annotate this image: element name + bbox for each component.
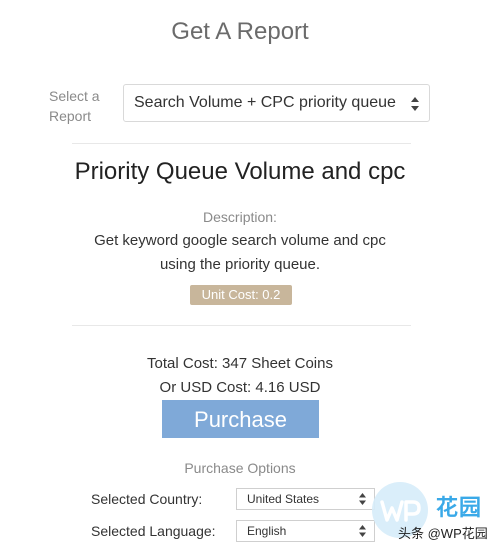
divider-middle	[72, 325, 411, 326]
description-label: Description:	[203, 209, 277, 225]
description-text: Get keyword google search volume and cpc…	[94, 232, 386, 273]
select-arrows-icon	[411, 97, 419, 111]
select-arrows-icon	[359, 493, 366, 505]
report-title: Priority Queue Volume and cpc	[74, 158, 406, 185]
usd-cost: Or USD Cost: 4.16 USD	[159, 379, 321, 396]
country-label: Selected Country:	[91, 491, 203, 507]
language-label: Selected Language:	[91, 523, 216, 539]
purchase-options-title: Purchase Options	[184, 460, 296, 476]
divider-top	[72, 143, 411, 144]
page-title: Get A Report	[171, 18, 309, 45]
total-cost: Total Cost: 347 Sheet Coins	[147, 355, 333, 372]
report-select-label: Select a Report	[49, 88, 100, 124]
language-select[interactable]: English	[236, 520, 375, 542]
watermark-credit: 头条 @WP花园	[398, 526, 488, 541]
country-select-value: United States	[247, 492, 320, 506]
report-select[interactable]: Search Volume + CPC priority queue	[123, 84, 430, 122]
unit-cost-badge: Unit Cost: 0.2	[190, 285, 292, 305]
country-select[interactable]: United States	[236, 488, 375, 510]
language-select-value: English	[247, 524, 287, 538]
watermark-brand: 花园	[436, 495, 483, 520]
purchase-button[interactable]: Purchase	[162, 400, 319, 438]
select-arrows-icon	[359, 525, 366, 537]
report-select-value: Search Volume + CPC priority queue	[134, 94, 396, 111]
